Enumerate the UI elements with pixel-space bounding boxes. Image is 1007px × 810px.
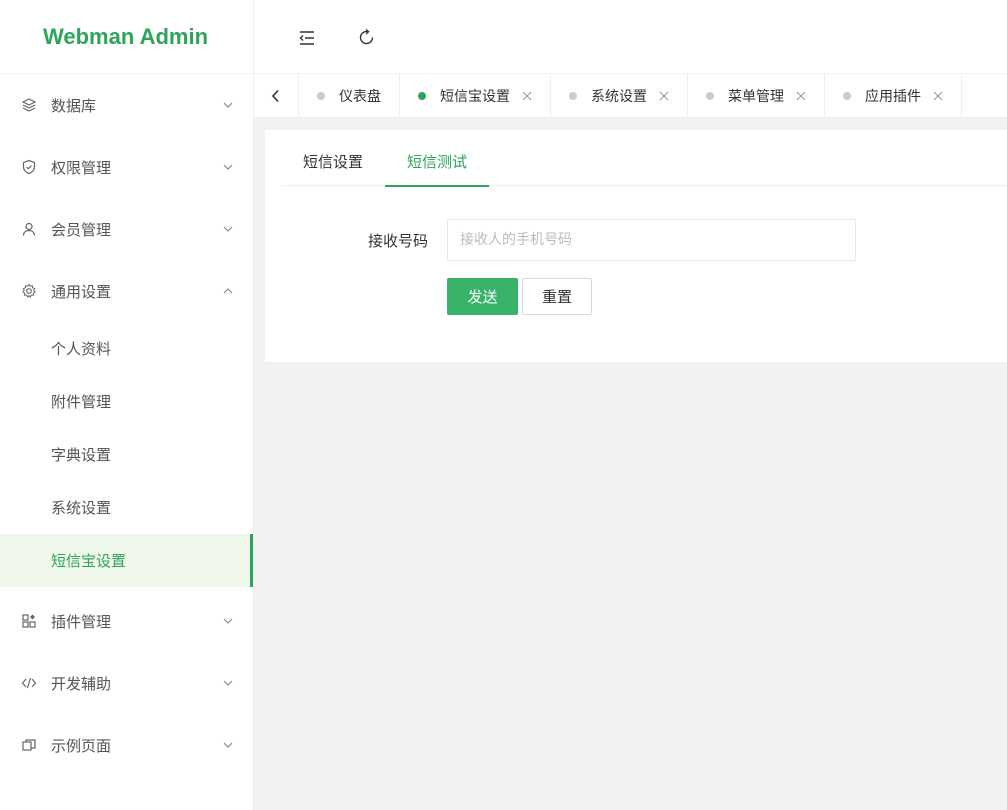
sidebar-subitem-label: 附件管理 (51, 393, 112, 411)
top-header (254, 0, 1007, 74)
sidebar-item-label: 示例页面 (51, 736, 112, 755)
sidebar-subitem-label: 字典设置 (51, 446, 112, 464)
sidebar-item-label: 数据库 (51, 96, 97, 115)
tab-sms-settings[interactable]: 短信宝设置 (400, 74, 551, 118)
sidebar-subitem-attachments[interactable]: 附件管理 (0, 375, 253, 428)
menu-fold-icon[interactable] (297, 28, 317, 48)
sidebar-subitem-profile[interactable]: 个人资料 (0, 322, 253, 375)
sidebar-item-permissions[interactable]: 权限管理 (0, 136, 253, 198)
sidebar-item-members[interactable]: 会员管理 (0, 198, 253, 260)
sidebar-menu: 数据库 权限管理 会员管理 通用设置 个人资料 附件管理 字典设置 系统设置 短… (0, 74, 253, 776)
sidebar-item-label: 插件管理 (51, 612, 112, 631)
tab-dot (418, 92, 426, 100)
user-icon (21, 221, 37, 237)
refresh-icon[interactable] (357, 28, 377, 48)
tab-label: 菜单管理 (728, 89, 784, 105)
sidebar-item-label: 权限管理 (51, 158, 112, 177)
tabs-bar: 仪表盘 短信宝设置 系统设置 菜单管理 应用插件 (254, 74, 1007, 118)
close-icon[interactable] (933, 91, 943, 101)
sidebar-item-label: 开发辅助 (51, 674, 112, 693)
app-title: Webman Admin (43, 23, 209, 49)
tabs-prev-button[interactable] (254, 74, 299, 118)
sidebar-subitem-dictionary[interactable]: 字典设置 (0, 428, 253, 481)
sidebar-item-label: 会员管理 (51, 220, 112, 239)
tab-label: 短信宝设置 (440, 89, 510, 105)
tab-dashboard[interactable]: 仪表盘 (299, 74, 400, 118)
reset-button[interactable]: 重置 (522, 278, 592, 315)
sidebar-item-label: 通用设置 (51, 282, 112, 301)
tab-dot (843, 92, 851, 100)
sidebar-subitem-sms-settings[interactable]: 短信宝设置 (0, 534, 253, 587)
tab-dot (706, 92, 714, 100)
content-card: 短信设置 短信测试 接收号码 发送 重置 (265, 130, 1007, 362)
plugin-icon (21, 613, 37, 629)
sidebar-item-example-pages[interactable]: 示例页面 (0, 714, 253, 776)
subtab-sms-settings[interactable]: 短信设置 (281, 130, 385, 186)
page-icon (21, 737, 37, 753)
chevron-down-icon (223, 226, 233, 232)
sidebar-subitem-label: 个人资料 (51, 340, 112, 358)
tab-label: 系统设置 (591, 89, 647, 105)
tab-system-settings[interactable]: 系统设置 (551, 74, 688, 118)
close-icon[interactable] (796, 91, 806, 101)
logo[interactable]: Webman Admin (0, 0, 253, 74)
sidebar-subitem-label: 系统设置 (51, 499, 112, 517)
subtabs: 短信设置 短信测试 (281, 130, 1007, 187)
sidebar-subitem-system-settings[interactable]: 系统设置 (0, 481, 253, 534)
sidebar-item-general-settings[interactable]: 通用设置 (0, 260, 253, 322)
phone-input[interactable] (447, 219, 856, 261)
send-button[interactable]: 发送 (447, 278, 518, 315)
database-icon (21, 97, 37, 113)
sidebar-subitem-label: 短信宝设置 (51, 552, 127, 570)
tab-label: 应用插件 (865, 89, 921, 105)
chevron-down-icon (223, 742, 233, 748)
tab-menu-management[interactable]: 菜单管理 (688, 74, 825, 118)
tab-label: 仪表盘 (339, 89, 381, 105)
tab-app-plugins[interactable]: 应用插件 (825, 74, 962, 118)
chevron-left-icon (271, 89, 279, 103)
tab-dot (317, 92, 325, 100)
chevron-down-icon (223, 618, 233, 624)
code-icon (21, 675, 37, 691)
shield-icon (21, 159, 37, 175)
subtab-sms-test[interactable]: 短信测试 (385, 130, 490, 187)
close-icon[interactable] (522, 91, 532, 101)
phone-label: 接收号码 (368, 232, 429, 250)
sidebar: Webman Admin 数据库 权限管理 会员管理 通用设置 个人资料 附件管… (0, 0, 254, 810)
chevron-down-icon (223, 164, 233, 170)
sidebar-item-plugins[interactable]: 插件管理 (0, 590, 253, 652)
chevron-up-icon (223, 288, 233, 294)
sidebar-item-dev-tools[interactable]: 开发辅助 (0, 652, 253, 714)
gear-icon (21, 283, 37, 299)
sidebar-item-database[interactable]: 数据库 (0, 74, 253, 136)
chevron-down-icon (223, 680, 233, 686)
close-icon[interactable] (659, 91, 669, 101)
chevron-down-icon (223, 102, 233, 108)
tab-dot (569, 92, 577, 100)
